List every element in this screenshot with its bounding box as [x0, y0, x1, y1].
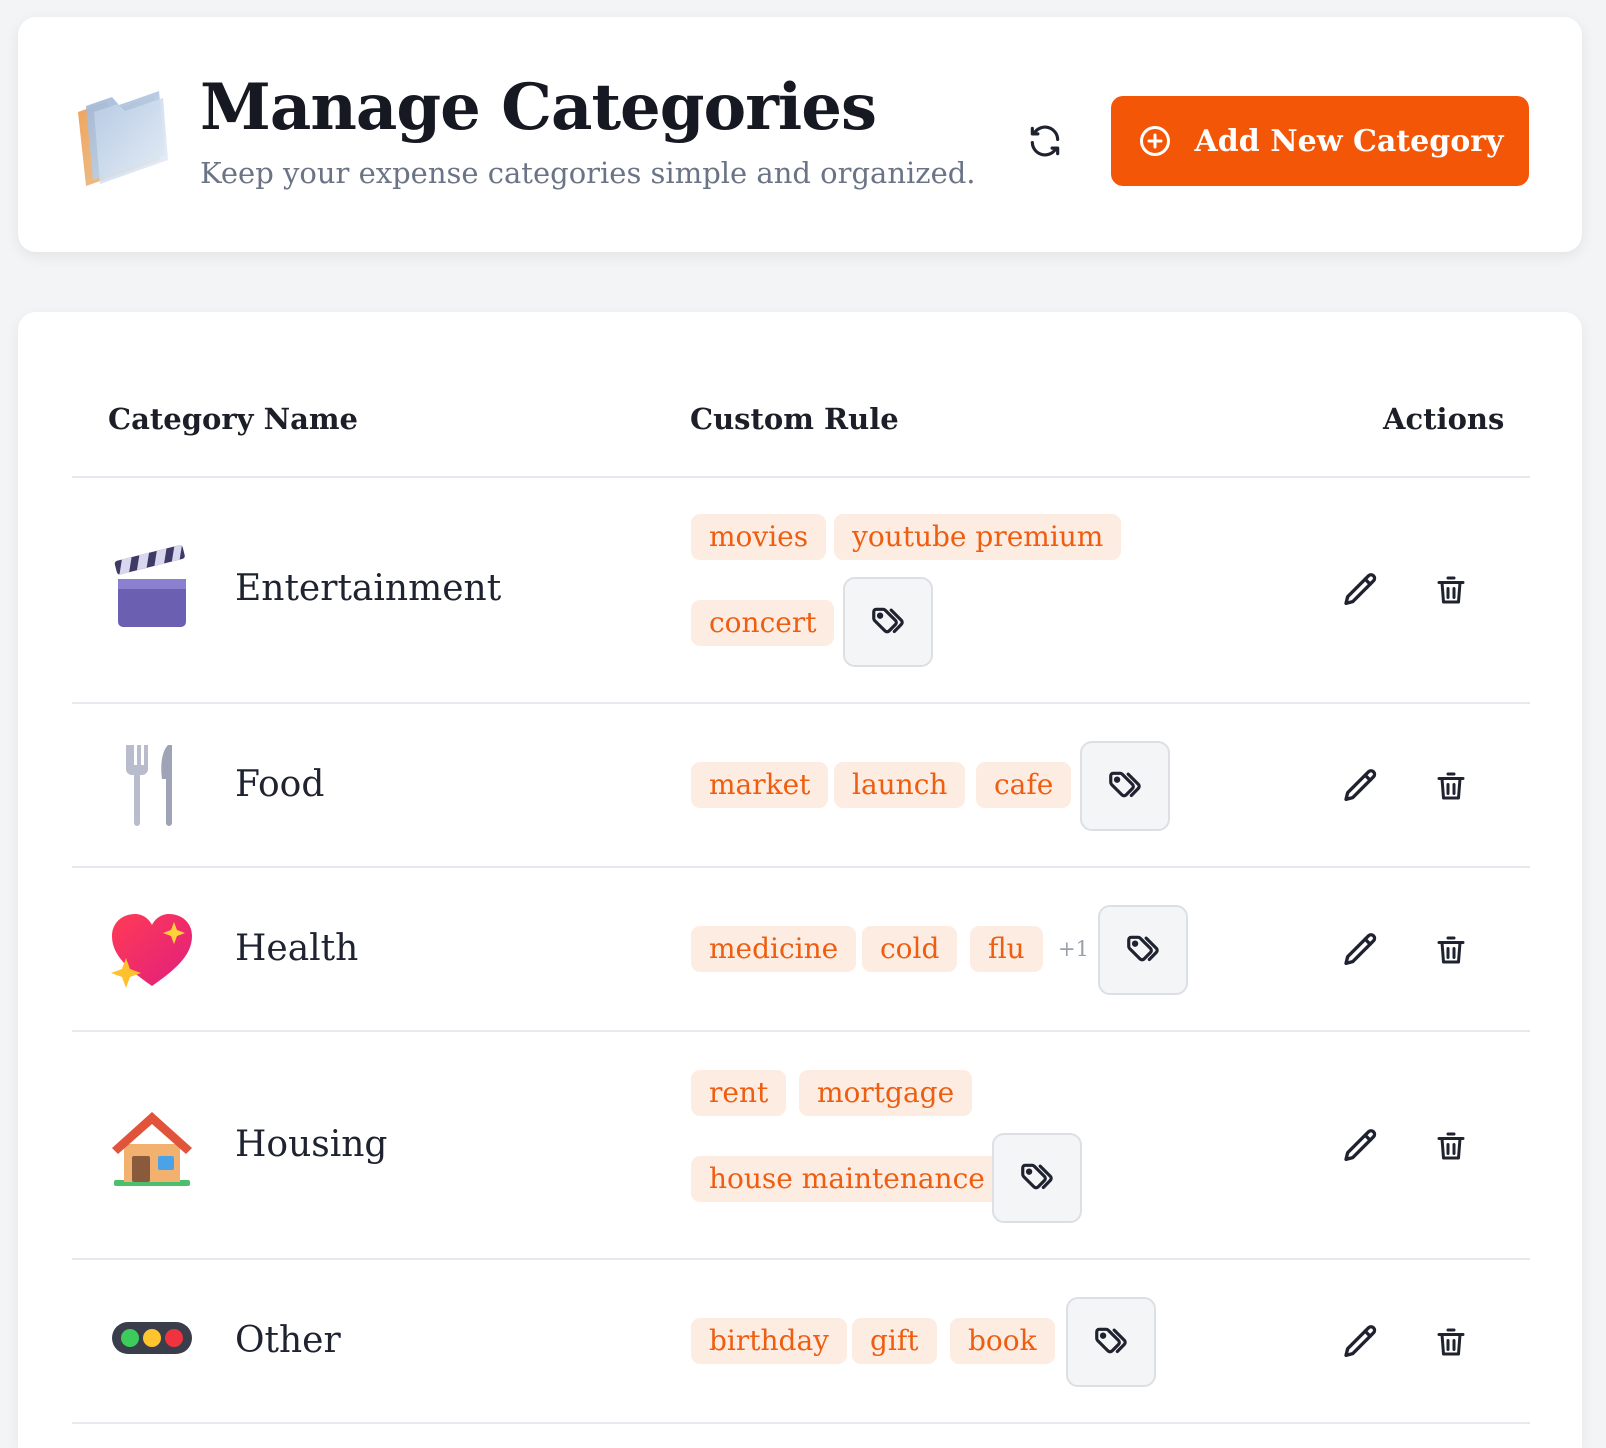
rule-tag: youtube premium	[834, 514, 1122, 560]
delete-button[interactable]	[1427, 566, 1475, 614]
edit-button[interactable]	[1337, 1122, 1385, 1170]
rule-tag: launch	[834, 762, 966, 808]
add-button-label: Add New Category	[1194, 123, 1504, 159]
category-name: Other	[235, 1320, 341, 1361]
house-icon	[112, 1112, 192, 1186]
category-name: Food	[235, 764, 325, 805]
edit-button[interactable]	[1337, 1318, 1385, 1366]
header-divider	[72, 476, 1530, 478]
clapper-board-icon	[114, 545, 186, 627]
tags-icon	[872, 607, 904, 634]
delete-button[interactable]	[1427, 926, 1475, 974]
pencil-icon	[1344, 1325, 1377, 1357]
category-name: Health	[235, 928, 359, 969]
add-new-category-button[interactable]: Add New Category	[1111, 96, 1529, 186]
trash-icon	[1437, 576, 1465, 604]
rule-tag: cafe	[976, 762, 1072, 808]
traffic-light-icon	[112, 1322, 192, 1354]
manage-tags-button[interactable]	[1066, 1297, 1156, 1387]
rule-tag: mortgage	[799, 1070, 973, 1116]
sparkling-heart-icon	[111, 914, 192, 988]
fork-and-knife-icon	[126, 745, 172, 826]
delete-button[interactable]	[1427, 1318, 1475, 1366]
rule-tag: medicine	[691, 926, 857, 972]
tags-icon	[1109, 771, 1141, 798]
rule-tag: market	[691, 762, 829, 808]
trash-icon	[1437, 936, 1465, 964]
refresh-button[interactable]	[1022, 118, 1068, 164]
rule-tag: book	[950, 1318, 1055, 1364]
column-header-custom-rule: Custom Rule	[690, 402, 899, 436]
pencil-icon	[1344, 769, 1377, 801]
edit-button[interactable]	[1337, 566, 1385, 614]
trash-icon	[1437, 1132, 1465, 1160]
more-tags-count: +1	[1058, 937, 1089, 961]
folder-icon	[78, 91, 168, 186]
row-divider	[72, 866, 1530, 868]
page-subtitle: Keep your expense categories simple and …	[200, 156, 976, 190]
column-header-actions: Actions	[1383, 402, 1505, 436]
delete-button[interactable]	[1427, 762, 1475, 810]
manage-tags-button[interactable]	[992, 1133, 1082, 1223]
tags-icon	[1021, 1163, 1053, 1190]
tags-icon	[1095, 1327, 1127, 1354]
row-divider	[72, 1030, 1530, 1032]
rule-tag: movies	[691, 514, 827, 560]
rule-tag: birthday	[691, 1318, 847, 1364]
rule-tag: house maintenance	[691, 1156, 1003, 1202]
rule-tag: flu	[970, 926, 1043, 972]
tags-icon	[1127, 935, 1159, 962]
pencil-icon	[1344, 1129, 1377, 1161]
rule-tag: cold	[862, 926, 958, 972]
edit-button[interactable]	[1337, 762, 1385, 810]
plus-circle-icon	[1139, 126, 1170, 156]
rule-tag: concert	[691, 600, 835, 646]
edit-button[interactable]	[1337, 926, 1385, 974]
category-name: Housing	[235, 1124, 388, 1165]
trash-icon	[1437, 772, 1465, 800]
rule-tag: gift	[852, 1318, 937, 1364]
page-title: Manage Categories	[200, 70, 877, 145]
column-header-category-name: Category Name	[108, 402, 358, 436]
category-name: Entertainment	[235, 568, 502, 609]
rule-tag: rent	[691, 1070, 787, 1116]
manage-tags-button[interactable]	[843, 577, 933, 667]
pencil-icon	[1344, 933, 1377, 965]
row-divider	[72, 1422, 1530, 1424]
row-divider	[72, 702, 1530, 704]
delete-button[interactable]	[1427, 1122, 1475, 1170]
refresh-icon	[1030, 125, 1060, 157]
trash-icon	[1437, 1328, 1465, 1356]
manage-tags-button[interactable]	[1080, 741, 1170, 831]
categories-table	[18, 312, 1582, 1448]
row-divider	[72, 1258, 1530, 1260]
pencil-icon	[1344, 573, 1377, 605]
manage-tags-button[interactable]	[1098, 905, 1188, 995]
